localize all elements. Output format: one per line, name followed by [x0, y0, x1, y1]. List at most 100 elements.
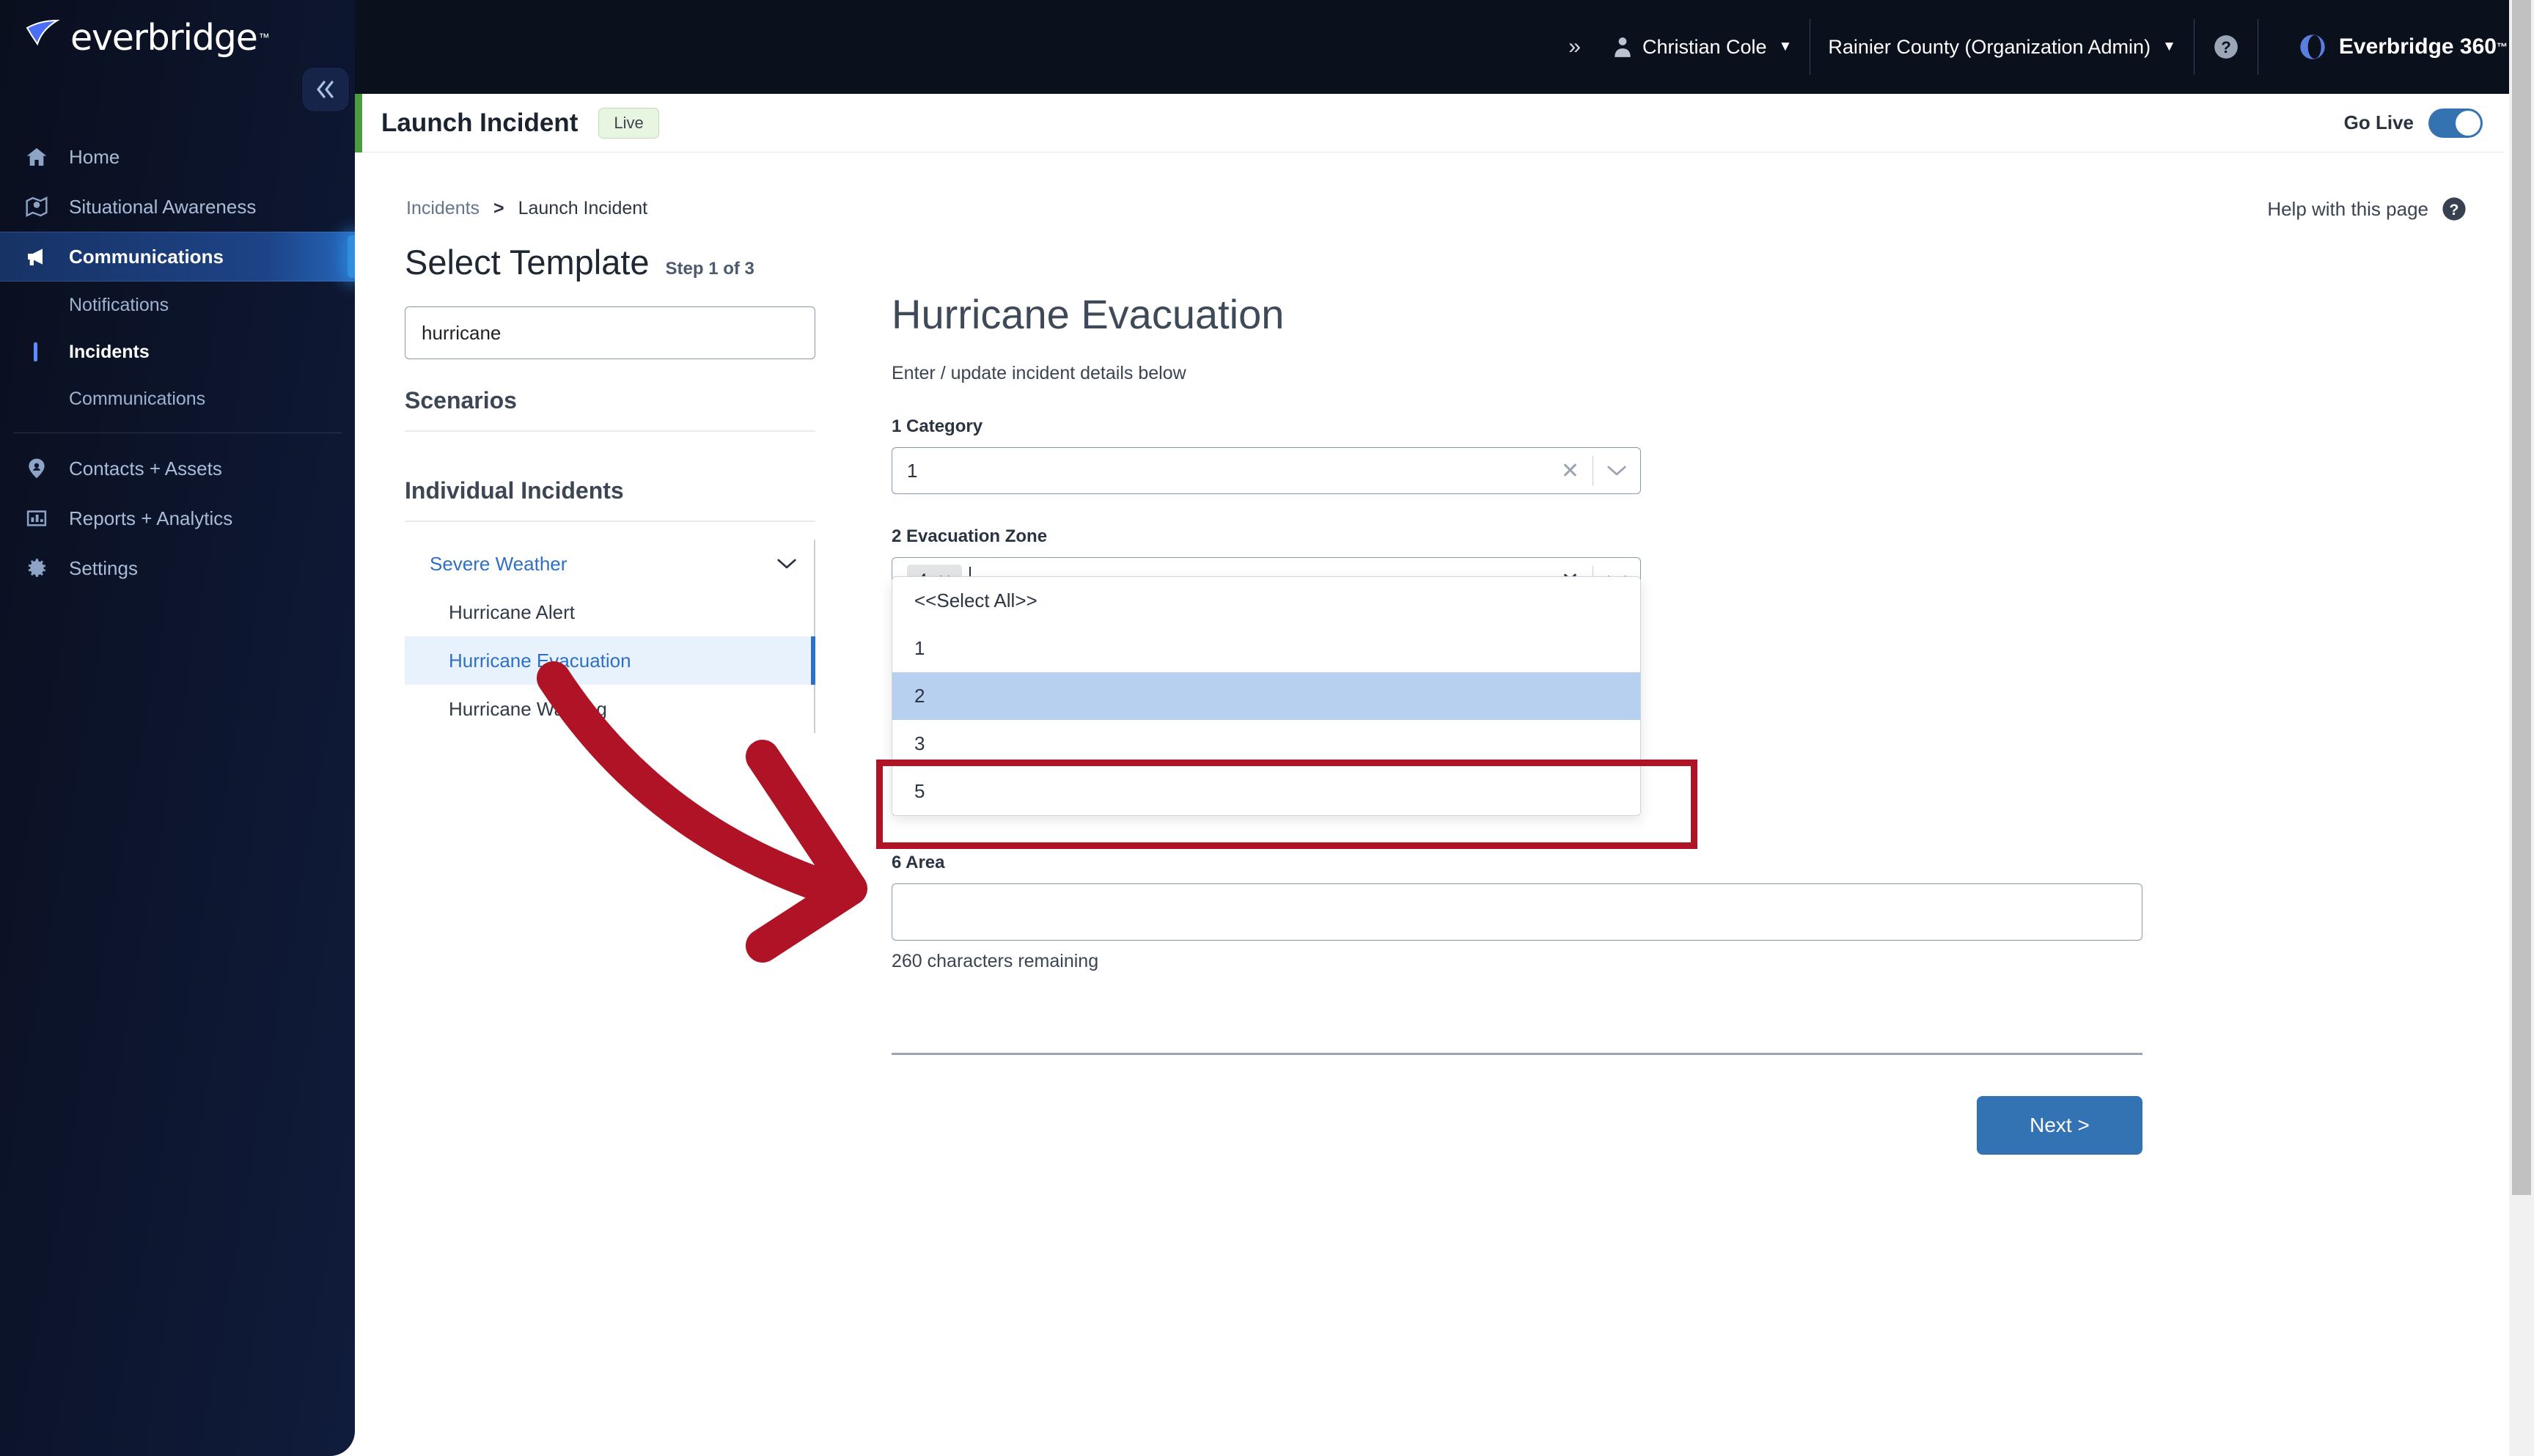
next-button[interactable]: Next >: [1977, 1096, 2142, 1155]
page-scrollbar[interactable]: [2509, 0, 2534, 1456]
scrollbar-thumb[interactable]: [2512, 0, 2531, 1195]
user-menu[interactable]: Christian Cole ▼: [1613, 36, 1792, 59]
person-icon: [1615, 37, 1631, 57]
template-row-label: Hurricane Alert: [449, 600, 575, 623]
evacuation-zone-label: 2 Evacuation Zone: [892, 526, 1048, 546]
chevron-down-icon[interactable]: [1593, 464, 1640, 477]
help-label: Help with this page: [2267, 197, 2428, 220]
product-tm: ™: [2497, 40, 2508, 54]
sidebar-subitem-label: Communications: [69, 388, 206, 409]
home-icon: [21, 144, 53, 169]
template-group-severe-weather[interactable]: Severe Weather: [405, 540, 814, 588]
breadcrumb: Incidents > Launch Incident: [406, 198, 647, 219]
sidebar-item-reports-analytics[interactable]: Reports + Analytics: [0, 493, 355, 543]
sidebar-item-label: Situational Awareness: [69, 195, 257, 218]
x-icon[interactable]: ✕: [1548, 458, 1593, 484]
sidebar-item-settings[interactable]: Settings: [0, 543, 355, 593]
sidebar-item-communications-sub[interactable]: Communications: [0, 375, 355, 422]
template-row-label: Hurricane Warning: [449, 697, 607, 720]
go-live-label: Go Live: [2343, 111, 2414, 133]
sidebar-item-label: Settings: [69, 556, 138, 579]
field-category: 1 Category 1 ✕: [892, 416, 2182, 494]
individual-incidents-heading: Individual Incidents: [405, 477, 624, 504]
chevron-down-icon: ▼: [1778, 39, 1793, 54]
dropdown-option-3[interactable]: 3: [892, 720, 1640, 768]
sidebar-collapse-button[interactable]: [302, 67, 349, 111]
everbridge-ring-icon: [2300, 34, 2325, 59]
step-indicator: Step 1 of 3: [665, 259, 754, 279]
breadcrumb-current: Launch Incident: [518, 198, 648, 218]
sidebar-item-contacts-assets[interactable]: Contacts + Assets: [0, 444, 355, 493]
dropdown-option-5[interactable]: 5: [892, 768, 1640, 815]
template-list: Severe Weather Hurricane Alert Hurricane…: [405, 540, 815, 733]
everbridge-logo[interactable]: everbridge ™: [25, 15, 270, 60]
sidebar-item-notifications[interactable]: Notifications: [0, 282, 355, 328]
option-label: 5: [914, 780, 925, 802]
megaphone-icon: [21, 244, 53, 269]
sidebar-item-incidents[interactable]: Incidents: [0, 328, 355, 375]
area-input[interactable]: [892, 883, 2142, 941]
scenarios-heading: Scenarios: [405, 387, 517, 413]
sidebar-subitem-label: Notifications: [69, 294, 169, 315]
form-actions: Next >: [892, 1096, 2142, 1155]
field-area: 6 Area 260 characters remaining: [892, 853, 2182, 972]
status-badge: Live: [598, 107, 659, 139]
user-name-label: Christian Cole: [1642, 35, 1767, 58]
area-label: 6 Area: [892, 853, 945, 872]
template-panel: Scenarios Individual Incidents Severe We…: [405, 306, 815, 733]
template-row-hurricane-warning[interactable]: Hurricane Warning: [405, 685, 814, 733]
template-search-input[interactable]: [405, 306, 815, 359]
breadcrumb-incidents-link[interactable]: Incidents: [406, 198, 480, 218]
category-select[interactable]: 1 ✕: [892, 447, 1641, 494]
sidebar-item-label: Reports + Analytics: [69, 507, 233, 529]
characters-remaining-hint: 260 characters remaining: [892, 951, 1099, 971]
go-live-control: Go Live: [2343, 108, 2505, 138]
chevron-down-icon: [777, 559, 796, 569]
everbridge-360-brand: Everbridge 360 ™: [2298, 32, 2508, 62]
main-content: Incidents > Launch Incident Help with th…: [362, 152, 2505, 1456]
sidebar-nav: Home Situational Awareness Communication…: [0, 132, 355, 593]
option-label: 2: [914, 685, 925, 707]
incident-form: Hurricane Evacuation Enter / update inci…: [892, 290, 2182, 1155]
template-row-hurricane-evacuation[interactable]: Hurricane Evacuation: [405, 636, 815, 685]
sidebar-item-label: Communications: [69, 245, 224, 268]
divider: [405, 430, 815, 432]
help-circle-icon[interactable]: ?: [2212, 33, 2240, 61]
everbridge-logo-mark: [26, 19, 60, 46]
template-row-hurricane-alert[interactable]: Hurricane Alert: [405, 588, 814, 636]
sidebar-item-home[interactable]: Home: [0, 132, 355, 182]
option-label: <<Select All>>: [914, 589, 1038, 611]
page-accent-bar: [355, 94, 362, 152]
field-evacuation-zone: 2 Evacuation Zone 4 ✕ ✕ <: [892, 526, 2182, 816]
chevron-down-icon: ▼: [2162, 39, 2176, 54]
dropdown-option-1[interactable]: 1: [892, 625, 1640, 672]
sidebar-item-situational-awareness[interactable]: Situational Awareness: [0, 182, 355, 232]
template-row-label: Hurricane Evacuation: [449, 649, 631, 672]
category-value: 1: [907, 459, 918, 482]
help-circle-icon: ?: [2442, 197, 2466, 221]
toggle-knob: [2456, 110, 2480, 136]
help-with-this-page-link[interactable]: Help with this page ?: [2267, 196, 2467, 221]
sidebar-item-label: Home: [69, 145, 120, 168]
evacuation-zone-dropdown: <<Select All>> 1 2 3 5: [892, 576, 1641, 816]
sidebar-subitem-label: Incidents: [69, 341, 150, 362]
left-sidebar: everbridge ™ Home Situational Awareness …: [0, 0, 355, 1456]
dropdown-option-2[interactable]: 2: [892, 672, 1640, 720]
dropdown-option-select-all[interactable]: <<Select All>>: [892, 577, 1640, 625]
incident-subtitle: Enter / update incident details below: [892, 363, 1186, 383]
go-live-toggle[interactable]: [2428, 108, 2483, 138]
gear-icon: [21, 556, 53, 581]
section-header: Select Template Step 1 of 3: [405, 242, 754, 282]
organization-label: Rainier County (Organization Admin): [1828, 35, 2151, 58]
divider: [405, 521, 815, 522]
chevrons-right-icon[interactable]: »: [1568, 34, 1581, 59]
organization-menu[interactable]: Rainier County (Organization Admin) ▼: [1828, 36, 2176, 59]
category-label: 1 Category: [892, 416, 983, 436]
sidebar-item-communications[interactable]: Communications: [0, 232, 355, 282]
svg-text:?: ?: [2450, 201, 2459, 218]
page-title: Launch Incident: [381, 108, 579, 137]
page-header: Launch Incident Live Go Live: [355, 94, 2505, 152]
logo-tm: ™: [258, 31, 270, 44]
svg-text:?: ?: [2221, 38, 2231, 56]
map-pin-icon: [21, 194, 53, 219]
